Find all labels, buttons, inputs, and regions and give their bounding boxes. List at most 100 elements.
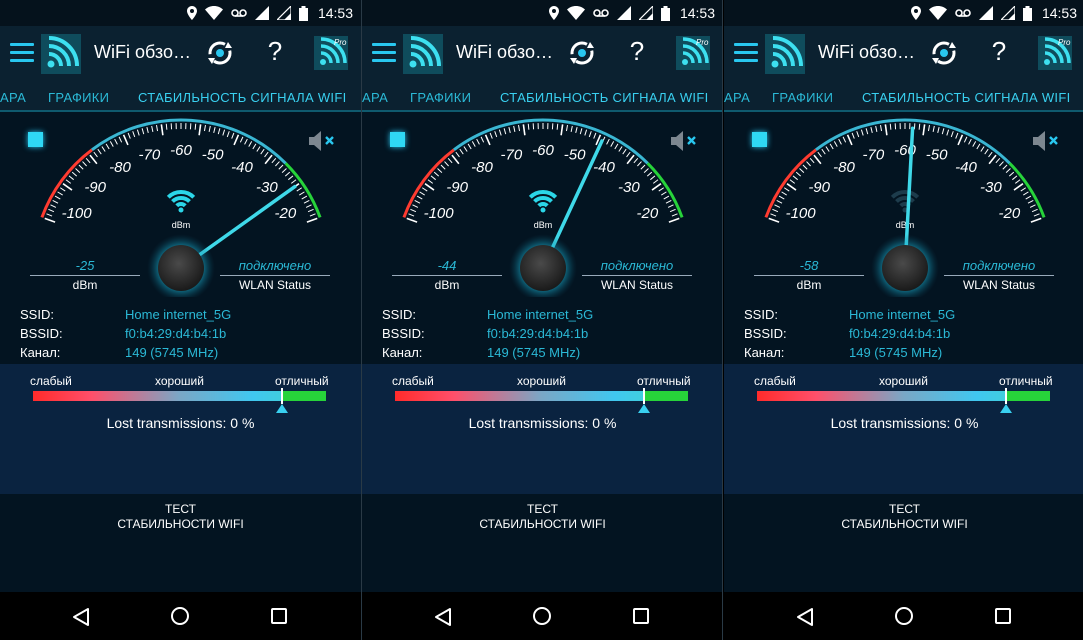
gauge-tick [813, 154, 822, 165]
test-stability-button[interactable]: ТЕСТ СТАБИЛЬНОСТИ WIFI [362, 494, 723, 592]
gauge-scale-label: -100 [786, 205, 817, 222]
gauge-tick [78, 164, 84, 170]
gauge-tick [97, 148, 102, 155]
tab-graphs[interactable]: ГРАФИКИ [772, 90, 833, 105]
pro-version-icon[interactable]: Pro [1038, 36, 1072, 70]
battery-icon [660, 5, 670, 21]
gauge-tick [307, 208, 314, 213]
gauge-tick [783, 187, 790, 192]
back-icon[interactable] [72, 607, 90, 627]
test-stability-button[interactable]: ТЕСТ СТАБИЛЬНОСТИ WIFI [724, 494, 1083, 592]
channel-value: 149 (5745 MHz) [125, 345, 219, 360]
refresh-icon[interactable] [205, 38, 235, 73]
gauge-tick [68, 175, 74, 181]
gauge-tick [433, 171, 440, 177]
bssid-label: BSSID: [744, 326, 787, 341]
wifi-icon [528, 190, 558, 213]
gauge-tick [809, 157, 815, 164]
tab-graphs[interactable]: ГРАФИКИ [410, 90, 471, 105]
tab-overview[interactable]: АРА [0, 90, 26, 105]
gauge-scale-label: -60 [170, 142, 192, 159]
gauge-tick [305, 204, 312, 208]
gauge-tick [833, 141, 838, 147]
gauge-tick [444, 161, 449, 167]
gauge-tick [424, 183, 435, 191]
pro-version-icon[interactable]: Pro [676, 36, 710, 70]
gauge-tick [101, 146, 106, 152]
gauge-tick [427, 179, 434, 184]
signal-unit-label: dBm [796, 278, 822, 292]
back-icon[interactable] [796, 607, 814, 627]
menu-icon[interactable] [10, 43, 34, 65]
recent-apps-icon[interactable] [994, 607, 1012, 625]
gauge-tick [75, 168, 81, 173]
gauge-tick [792, 175, 798, 181]
gauge-tick [1014, 179, 1021, 184]
pro-version-icon[interactable]: Pro [314, 36, 348, 70]
gauge-tick [46, 213, 53, 217]
gauge-tick [927, 124, 930, 132]
quality-marker [638, 404, 651, 413]
help-icon[interactable]: ? [263, 36, 287, 67]
help-icon[interactable]: ? [987, 36, 1011, 67]
bssid-value: f0:b4:29:d4:b4:1b [487, 326, 589, 341]
gauge-tick [463, 146, 468, 152]
gauge-tick [136, 129, 140, 136]
app-title: WiFi обзо… [94, 42, 191, 62]
tab-overview[interactable]: АРА [724, 90, 750, 105]
home-icon[interactable] [170, 606, 190, 626]
help-icon[interactable]: ? [625, 36, 649, 67]
location-icon [186, 6, 197, 20]
refresh-icon[interactable] [567, 38, 597, 73]
gauge-tick [856, 131, 860, 138]
bssid-label: BSSID: [382, 326, 425, 341]
gauge-tick [141, 128, 145, 135]
gauge-tick [132, 131, 136, 138]
gauge-tick [889, 123, 892, 130]
gauge-tick [1020, 187, 1027, 192]
gauge-tick [875, 125, 878, 132]
gauge-tick [476, 138, 480, 145]
menu-icon[interactable] [372, 43, 396, 65]
gauge-tick [846, 134, 853, 146]
tab-signal-stability[interactable]: СТАБИЛЬНОСТЬ СИГНАЛА WIFI [500, 90, 708, 105]
gauge-tick [556, 123, 559, 130]
wifi-icon [166, 190, 196, 213]
signal-quality-section: слабый хороший отличный Lost transmissio… [362, 364, 723, 494]
wlan-status-value: подключено [600, 258, 674, 273]
home-icon[interactable] [532, 606, 552, 626]
menu-icon[interactable] [734, 43, 758, 65]
gauge-tick [303, 199, 310, 204]
test-stability-button[interactable]: ТЕСТ СТАБИЛЬНОСТИ WIFI [0, 494, 361, 592]
tab-overview[interactable]: АРА [362, 90, 388, 105]
app-screen: 14:53 WiFi обзо… ? Pro АРА ГРАФИКИ СТАБИ… [724, 0, 1083, 640]
back-icon[interactable] [434, 607, 452, 627]
signal-unit-label: dBm [434, 278, 460, 292]
gauge-tick [50, 204, 57, 208]
gauge-scale-label: -50 [564, 146, 586, 163]
gauge-tick [233, 134, 240, 146]
gauge-tick [288, 175, 294, 181]
location-icon [548, 6, 559, 20]
signal-icon [276, 6, 291, 20]
tab-signal-stability[interactable]: СТАБИЛЬНОСТЬ СИГНАЛА WIFI [138, 90, 346, 105]
wifi-status-icon [204, 6, 223, 20]
gauge-tick [842, 136, 847, 143]
gauge-tick [972, 141, 977, 147]
recent-apps-icon[interactable] [632, 607, 650, 625]
test-stability-label: ТЕСТ СТАБИЛЬНОСТИ WIFI [117, 502, 244, 531]
status-bar: 14:53 [724, 0, 1083, 26]
recent-apps-icon[interactable] [270, 607, 288, 625]
wlan-status-label: WLAN Status [962, 278, 1036, 292]
gauge-tick [588, 131, 592, 138]
gauge-tick [1008, 171, 1015, 177]
tab-graphs[interactable]: ГРАФИКИ [48, 90, 109, 105]
gauge-tick [309, 213, 316, 217]
home-icon[interactable] [894, 606, 914, 626]
refresh-icon[interactable] [929, 38, 959, 73]
tab-signal-stability[interactable]: СТАБИЛЬНОСТЬ СИГНАЛА WIFI [862, 90, 1070, 105]
gauge-tick [437, 168, 443, 173]
gauge-tick [776, 199, 783, 204]
gauge-tick [430, 175, 436, 181]
app-screen: 14:53 WiFi обзо… ? Pro АРА ГРАФИКИ СТАБИ… [0, 0, 361, 640]
